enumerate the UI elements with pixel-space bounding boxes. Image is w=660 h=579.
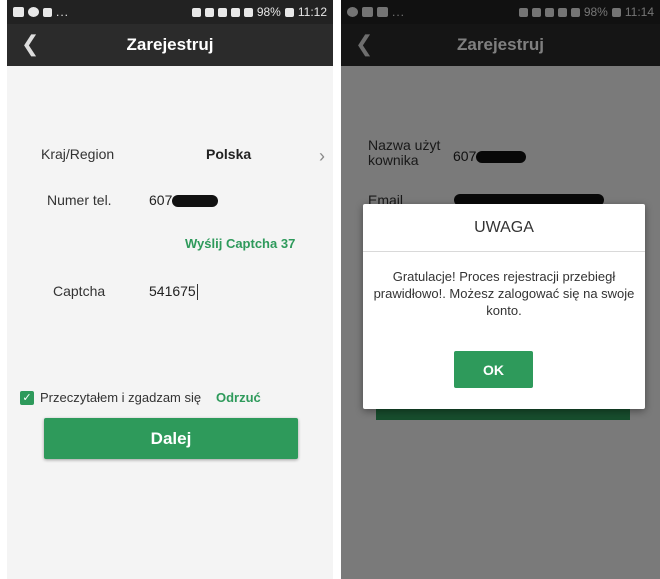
redaction-mark bbox=[172, 195, 219, 208]
phone-label: Numer tel. bbox=[47, 192, 112, 208]
captcha-label: Captcha bbox=[53, 283, 106, 299]
battery-percent: 98% bbox=[256, 5, 281, 19]
register-form: Kraj/Region Polska › Numer tel. 607 Wyśl… bbox=[7, 66, 333, 579]
captcha-field[interactable]: 541675 bbox=[149, 283, 198, 301]
register-success-screen: ... 98% 11:14 ❮ Zarejestruj Nazwa użyt k… bbox=[341, 0, 660, 579]
dialog-message: Gratulacje! Proces rejestracji przebiegł… bbox=[373, 269, 635, 318]
wifi-icon bbox=[230, 7, 240, 17]
captcha-value: 541675 bbox=[149, 283, 196, 299]
vpn-icon bbox=[43, 7, 52, 17]
phone-value: 607 bbox=[149, 192, 173, 208]
back-arrow-icon[interactable]: ❮ bbox=[21, 33, 39, 55]
send-captcha-link[interactable]: Wyślij Captcha 37 bbox=[185, 236, 295, 251]
signal-icon bbox=[243, 7, 253, 17]
country-value[interactable]: Polska bbox=[206, 146, 251, 162]
ok-button[interactable]: OK bbox=[454, 351, 533, 388]
alert-dialog: UWAGA Gratulacje! Proces rejestracji prz… bbox=[363, 204, 645, 409]
battery-icon bbox=[284, 7, 294, 17]
app-notification-icon bbox=[28, 7, 39, 17]
text-cursor bbox=[196, 284, 198, 301]
country-label: Kraj/Region bbox=[41, 146, 115, 162]
agree-text: Przeczytałem i zgadzam się bbox=[40, 390, 202, 405]
page-title: Zarejestruj bbox=[126, 35, 214, 54]
message-icon bbox=[13, 7, 24, 17]
bluetooth-icon bbox=[204, 7, 214, 17]
chevron-right-icon[interactable]: › bbox=[319, 146, 325, 167]
mute-icon bbox=[217, 7, 227, 17]
phone-field[interactable]: 607 bbox=[149, 192, 219, 208]
clock: 11:12 bbox=[297, 5, 327, 19]
dialog-title: UWAGA bbox=[363, 204, 645, 252]
more-notifications: ... bbox=[56, 5, 70, 19]
agree-checkbox[interactable]: ✓ bbox=[20, 391, 34, 405]
app-bar: ❮ Zarejestruj bbox=[7, 24, 333, 66]
nfc-icon bbox=[191, 7, 201, 17]
register-screen: ... 98% 11:12 ❮ Zarejestruj Kraj/Region … bbox=[7, 0, 333, 579]
next-button[interactable]: Dalej bbox=[44, 418, 298, 459]
status-bar: ... 98% 11:12 bbox=[7, 0, 333, 24]
reject-link[interactable]: Odrzuć bbox=[216, 390, 261, 405]
